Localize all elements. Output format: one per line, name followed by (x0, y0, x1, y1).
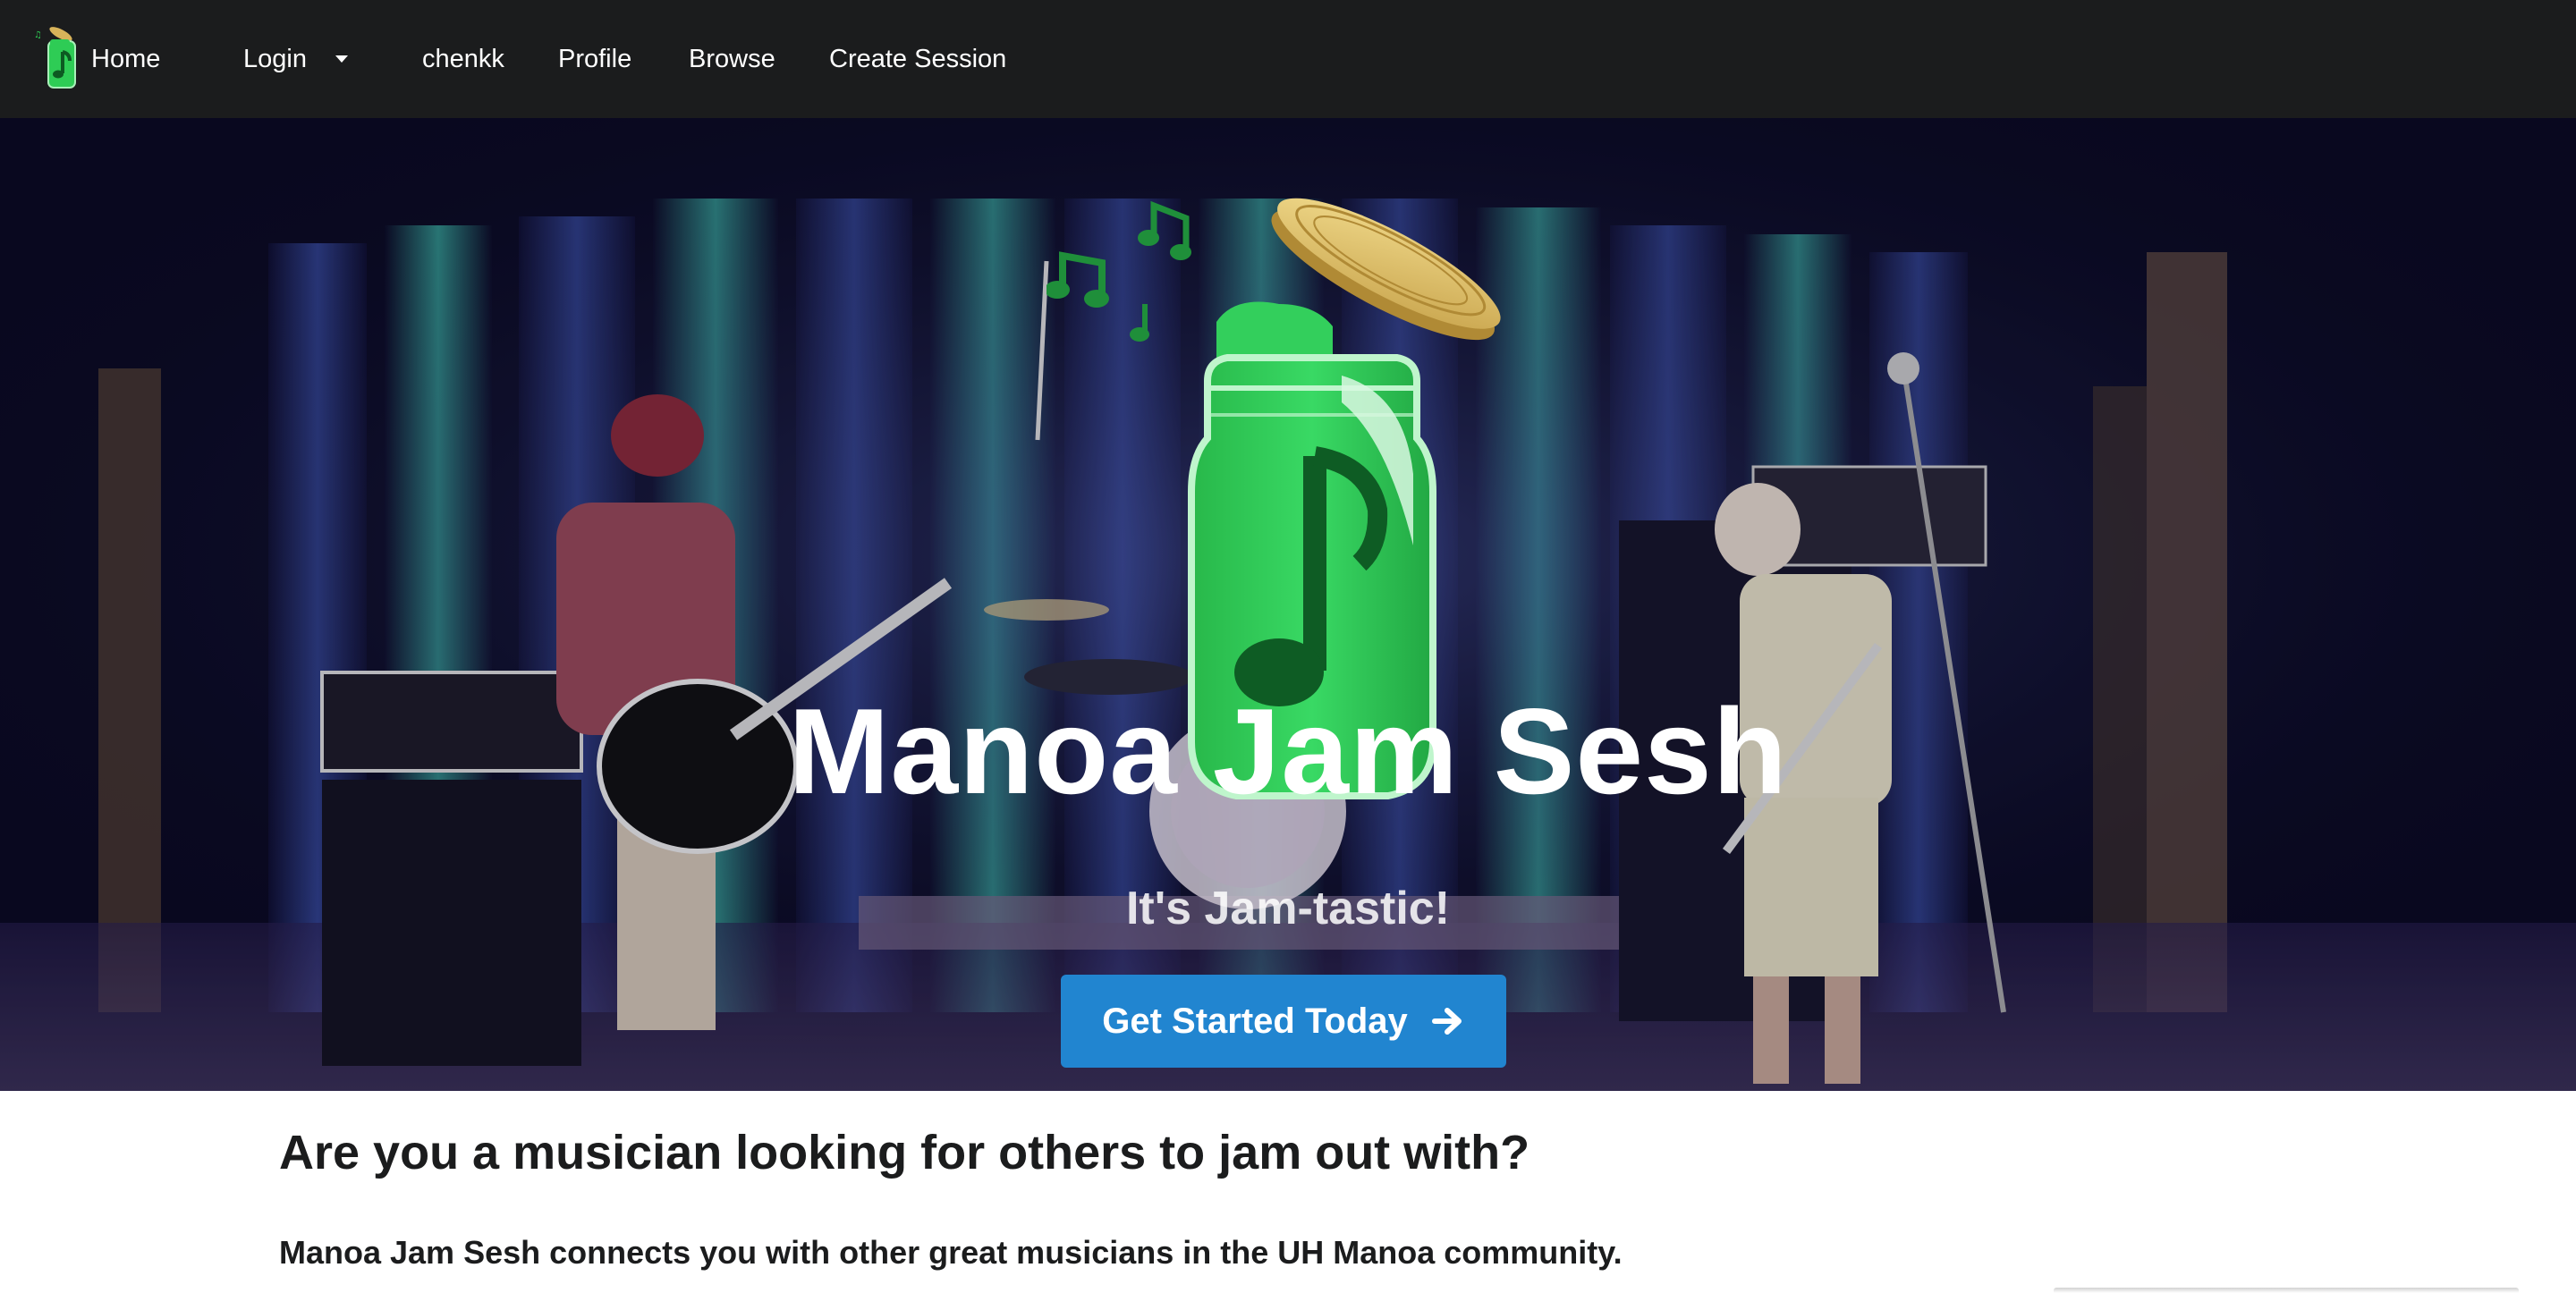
top-navbar: ♫ Home Login chenkk Profile Browse Creat… (0, 0, 2576, 118)
nav-user-label: chenkk (422, 44, 504, 73)
intro-text: Manoa Jam Sesh connects you with other g… (279, 1234, 1623, 1271)
intro-heading: Are you a musician looking for others to… (279, 1126, 1530, 1179)
nav-create-session-label: Create Session (829, 44, 1007, 73)
nav-profile-label: Profile (558, 44, 632, 73)
nav-create-session-link[interactable]: Create Session (829, 0, 1006, 118)
get-started-button[interactable]: Get Started Today (1061, 975, 1506, 1068)
nav-home-link[interactable]: Home (91, 0, 160, 118)
arrow-right-icon (1431, 1008, 1462, 1035)
get-started-label: Get Started Today (1102, 1001, 1408, 1041)
nav-home-label: Home (91, 44, 161, 73)
nav-user-link[interactable]: chenkk (422, 0, 504, 118)
nav-browse-label: Browse (689, 44, 775, 73)
caret-down-icon (335, 55, 348, 63)
nav-login-dropdown[interactable]: Login (243, 0, 348, 118)
floating-widget-edge (2054, 1288, 2519, 1293)
nav-login-label: Login (243, 44, 307, 73)
hero-section: Manoa Jam Sesh It's Jam-tastic! Get Star… (0, 118, 2576, 1091)
nav-profile-link[interactable]: Profile (558, 0, 631, 118)
nav-browse-link[interactable]: Browse (689, 0, 775, 118)
music-jar-icon[interactable]: ♫ (30, 25, 93, 93)
hero-subtitle: It's Jam-tastic! (1125, 883, 1451, 934)
svg-text:♫: ♫ (34, 30, 42, 40)
hero-title: Manoa Jam Sesh (788, 683, 1788, 819)
